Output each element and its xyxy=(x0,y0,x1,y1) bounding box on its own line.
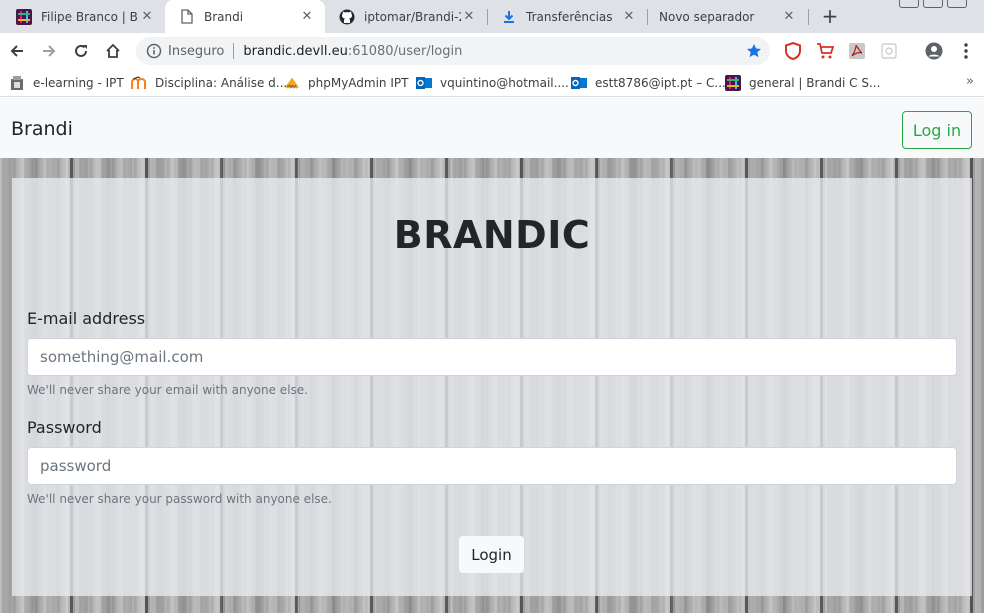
address-bar[interactable]: Inseguro brandic.devll.eu:61080/user/log… xyxy=(136,37,770,65)
close-tab-icon[interactable]: ✕ xyxy=(781,9,797,25)
tab-novo-separador[interactable]: Novo separador ✕ xyxy=(647,0,807,33)
bookmark-label: phpMyAdmin IPT xyxy=(308,76,409,90)
close-tab-icon[interactable]: ✕ xyxy=(621,9,637,25)
nav-login-button[interactable]: Log in xyxy=(902,111,972,149)
bookmark-label: vquintino@hotmail.... xyxy=(440,76,569,90)
close-window-control[interactable] xyxy=(947,0,967,8)
phpmyadmin-icon: PMA xyxy=(284,75,300,91)
page-title: BRANDIC xyxy=(393,213,591,257)
bookmark-phpmyadmin[interactable]: PMA phpMyAdmin IPT xyxy=(284,74,408,92)
forward-button[interactable] xyxy=(35,37,63,65)
bookmark-star-icon[interactable] xyxy=(746,43,762,59)
extension-icon[interactable] xyxy=(880,42,898,60)
bookmark-label: Disciplina: Análise d... xyxy=(155,76,288,90)
navbar-brand[interactable]: Brandi xyxy=(11,118,73,140)
slack-icon xyxy=(16,8,32,25)
login-submit-button[interactable]: Login xyxy=(459,536,524,573)
bookmark-slack-general[interactable]: general | Brandi C S... xyxy=(725,74,880,92)
ublock-icon[interactable] xyxy=(784,42,802,60)
outlook-icon xyxy=(416,75,432,91)
bookmark-hotmail[interactable]: vquintino@hotmail.... xyxy=(416,74,569,92)
bookmark-label: general | Brandi C S... xyxy=(749,76,881,90)
close-tab-icon[interactable]: ✕ xyxy=(299,9,315,25)
maximize-control[interactable] xyxy=(923,0,943,8)
forward-arrow-icon xyxy=(43,45,56,57)
svg-text:PMA: PMA xyxy=(287,84,297,90)
github-icon xyxy=(339,9,355,25)
menu-kebab-icon[interactable] xyxy=(957,42,975,60)
tab-separator xyxy=(808,9,809,25)
password-field[interactable] xyxy=(27,447,957,485)
back-button[interactable] xyxy=(3,37,31,65)
browser-toolbar: Inseguro brandic.devll.eu:61080/user/log… xyxy=(0,33,984,69)
address-divider xyxy=(233,43,235,59)
tab-title: Transferências xyxy=(526,9,613,24)
home-icon xyxy=(106,43,120,58)
password-label: Password xyxy=(27,418,102,437)
bookmark-label: e-learning - IPT xyxy=(33,76,124,90)
reload-button[interactable] xyxy=(67,37,95,65)
tab-brandi[interactable]: Brandi ✕ xyxy=(165,0,325,33)
url-path: :61080/user/login xyxy=(347,43,463,59)
info-icon[interactable] xyxy=(146,43,162,59)
outlook-icon xyxy=(571,75,587,91)
more-bookmarks-chevron[interactable]: » xyxy=(966,74,974,89)
tab-title: Filipe Branco | Bra xyxy=(41,9,139,24)
tab-title: iptomar/Brandi-20 xyxy=(364,9,461,24)
security-label: Inseguro xyxy=(168,43,225,59)
site-navbar: Brandi xyxy=(0,98,984,158)
tab-separator xyxy=(647,9,648,25)
tab-title: Brandi xyxy=(204,9,244,24)
tab-github[interactable]: iptomar/Brandi-20 ✕ xyxy=(325,0,487,33)
page-icon xyxy=(179,9,195,25)
account-avatar-icon[interactable] xyxy=(925,42,943,60)
tab-title: Novo separador xyxy=(659,9,755,24)
slack-icon xyxy=(725,75,741,91)
download-icon xyxy=(501,9,517,25)
minimize-control[interactable] xyxy=(899,0,919,8)
back-arrow-icon xyxy=(10,45,23,57)
moodle-m-icon xyxy=(131,75,147,91)
bookmark-label: estt8786@ipt.pt – C... xyxy=(595,76,726,90)
home-button[interactable] xyxy=(99,37,127,65)
bookmarks-bar: e-learning - IPT Disciplina: Análise d..… xyxy=(0,69,984,97)
email-help-text: We'll never share your email with anyone… xyxy=(27,383,308,397)
url-text: brandic.devll.eu:61080/user/login xyxy=(243,44,462,59)
pdf-icon[interactable] xyxy=(848,42,866,60)
close-tab-icon[interactable]: ✕ xyxy=(139,9,155,25)
tab-filipe-branco[interactable]: Filipe Branco | Bra ✕ xyxy=(2,0,165,33)
password-help-text: We'll never share your password with any… xyxy=(27,492,332,506)
bookmark-ipt-mail[interactable]: estt8786@ipt.pt – C... xyxy=(571,74,726,92)
tab-separator xyxy=(487,9,488,25)
reload-icon xyxy=(75,44,87,57)
tab-strip: Filipe Branco | Bra ✕ Brandi ✕ iptomar/B… xyxy=(0,0,984,33)
email-label: E-mail address xyxy=(27,309,146,328)
bookmark-elearning[interactable]: e-learning - IPT xyxy=(9,74,124,92)
close-tab-icon[interactable]: ✕ xyxy=(461,9,477,25)
shopping-cart-icon[interactable] xyxy=(816,42,834,60)
moodle-icon xyxy=(9,75,25,91)
email-field[interactable] xyxy=(27,338,957,376)
new-tab-button[interactable]: + xyxy=(818,4,842,28)
tab-transferencias[interactable]: Transferências ✕ xyxy=(487,0,647,33)
url-host: brandic.devll.eu xyxy=(243,43,348,59)
bookmark-disciplina[interactable]: Disciplina: Análise d... xyxy=(131,74,287,92)
